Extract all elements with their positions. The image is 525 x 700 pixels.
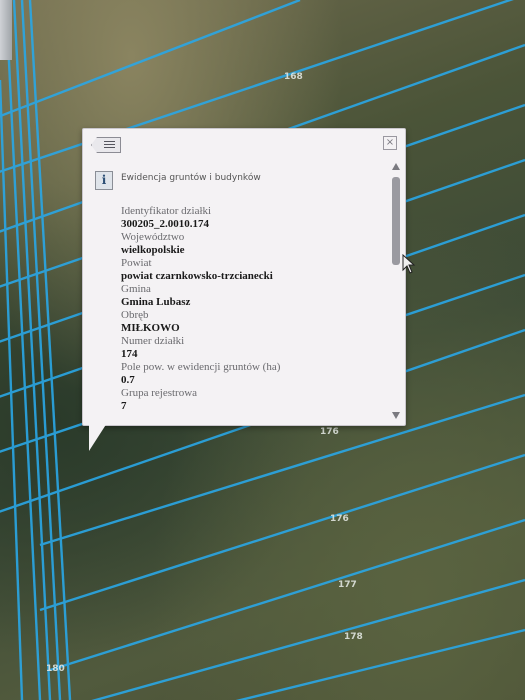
attribute-list: Identyfikator działki 300205_2.0010.174 … — [121, 205, 381, 413]
attribute-row: Gmina Gmina Lubasz — [121, 283, 381, 309]
attribute-label: Numer działki — [121, 335, 185, 347]
attribute-value: wielkopolskie — [121, 244, 185, 256]
attribute-label: Pole pow. w ewidencji gruntów (ha) — [121, 361, 281, 373]
attribute-value: powiat czarnkowsko-trzcianecki — [121, 270, 273, 282]
parcel-number-label: 168 — [284, 72, 303, 82]
popup-pointer — [89, 423, 107, 451]
list-icon — [104, 141, 115, 150]
attribute-value: MIŁKOWO — [121, 322, 180, 334]
attribute-value: 174 — [121, 348, 138, 360]
attribute-row: Numer działki 174 — [121, 335, 381, 361]
parcel-number-label: 176 — [320, 427, 339, 437]
screen-bezel — [0, 0, 12, 60]
mouse-cursor-icon — [402, 254, 416, 274]
scroll-down-arrow-icon[interactable] — [392, 412, 400, 419]
attribute-label: Powiat — [121, 257, 152, 269]
scroll-up-arrow-icon[interactable] — [392, 163, 400, 170]
attribute-label: Identyfikator działki — [121, 205, 212, 217]
close-button[interactable]: × — [383, 136, 397, 150]
attribute-row: Powiat powiat czarnkowsko-trzcianecki — [121, 257, 381, 283]
attribute-label: Województwo — [121, 231, 185, 243]
attribute-value: 0.7 — [121, 374, 135, 386]
attribute-row: Grupa rejestrowa 7 — [121, 387, 381, 413]
attribute-label: Grupa rejestrowa — [121, 387, 198, 399]
parcel-number-label: 176 — [330, 514, 349, 524]
popup-scrollbar[interactable] — [391, 163, 401, 419]
back-list-button[interactable] — [91, 137, 121, 153]
parcel-number-label: 177 — [338, 580, 357, 590]
attribute-row: Obręb MIŁKOWO — [121, 309, 381, 335]
layer-title: Ewidencja gruntów i budynków — [121, 173, 261, 183]
attribute-label: Gmina — [121, 283, 151, 295]
attribute-row: Pole pow. w ewidencji gruntów (ha) 0.7 — [121, 361, 381, 387]
attribute-value: 7 — [121, 400, 127, 412]
attribute-value: 300205_2.0010.174 — [121, 218, 209, 230]
feature-info-popup: × i Ewidencja gruntów i budynków Identyf… — [82, 128, 406, 451]
attribute-row: Identyfikator działki 300205_2.0010.174 — [121, 205, 381, 231]
parcel-number-label: 180 — [46, 664, 65, 674]
attribute-row: Województwo wielkopolskie — [121, 231, 381, 257]
attribute-value: Gmina Lubasz — [121, 296, 191, 308]
attribute-label: Obręb — [121, 309, 149, 321]
info-icon: i — [95, 171, 113, 190]
parcel-number-label: 178 — [344, 632, 363, 642]
scroll-thumb[interactable] — [392, 177, 400, 265]
